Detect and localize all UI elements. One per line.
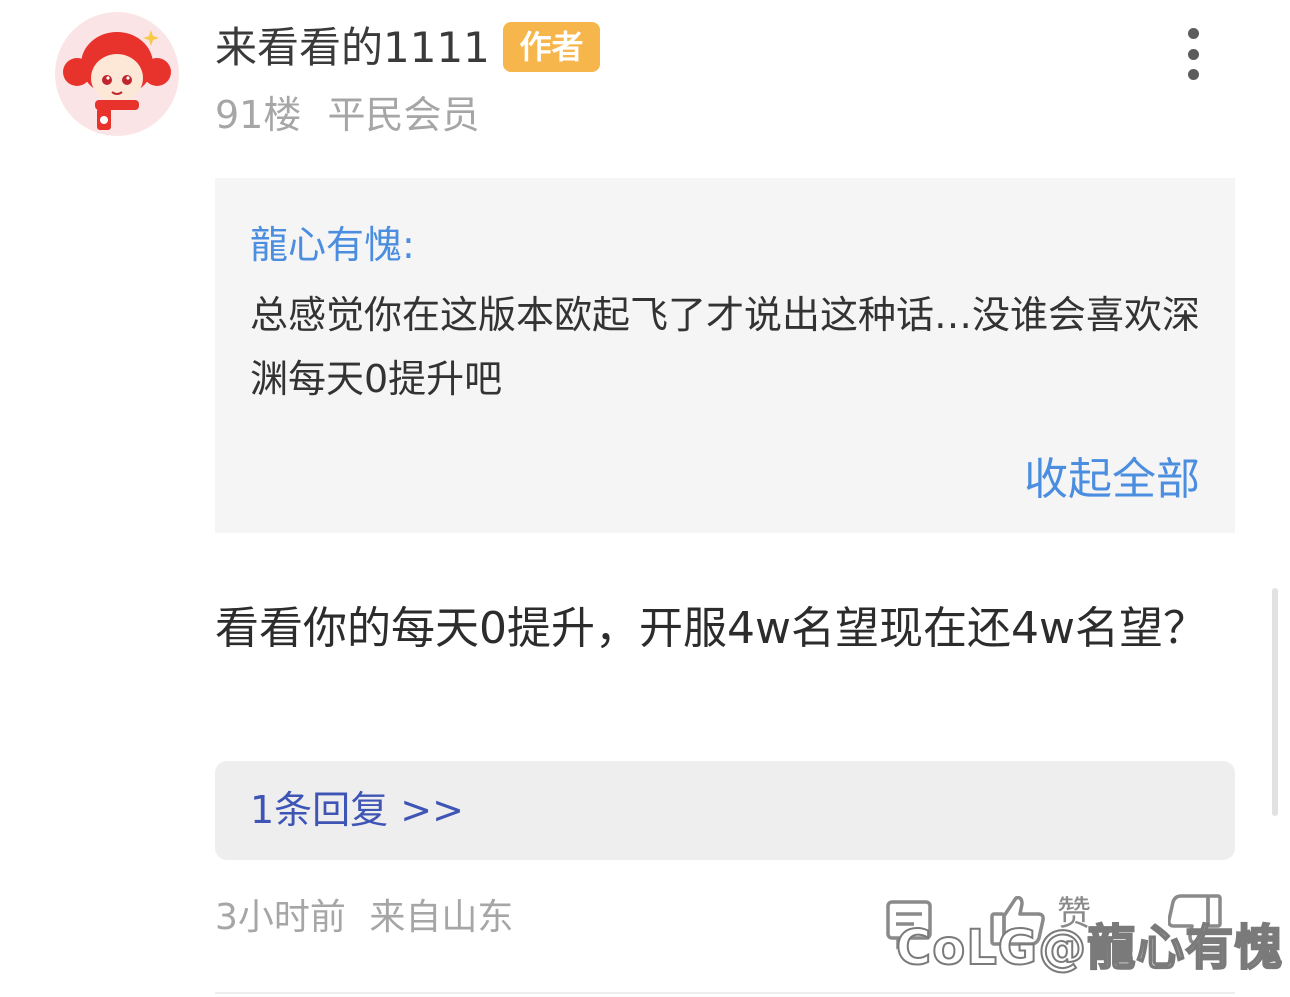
user-avatar[interactable] xyxy=(55,12,179,136)
collapse-all-button[interactable]: 收起全部 xyxy=(1024,450,1200,510)
quoted-comment: 龍心有愧: 总感觉你在这版本欧起飞了才说出这种话…没谁会喜欢深渊每天0提升吧 收… xyxy=(215,178,1235,533)
more-dot xyxy=(1187,48,1199,60)
quoted-text: 总感觉你在这版本欧起飞了才说出这种话…没谁会喜欢深渊每天0提升吧 xyxy=(250,293,1201,401)
post-location: 来自山东 xyxy=(369,897,514,938)
subreplies-box[interactable]: 1条回复 >> xyxy=(215,761,1235,860)
watermark: CoLG@龍心有愧 xyxy=(895,919,1284,977)
post-meta: 91楼 平民会员 xyxy=(215,90,479,140)
more-dot xyxy=(1187,28,1199,39)
scrollbar[interactable] xyxy=(1272,588,1278,816)
view-replies-link[interactable]: 1条回复 >> xyxy=(250,785,464,835)
post-time: 3小时前 xyxy=(215,897,346,938)
divider xyxy=(215,992,1235,994)
author-badge: 作者 xyxy=(503,22,600,72)
username[interactable]: 来看看的1111 xyxy=(215,20,490,76)
more-options-button[interactable] xyxy=(1168,22,1218,86)
girl-avatar-icon xyxy=(63,30,171,130)
quoted-username[interactable]: 龍心有愧: xyxy=(250,220,415,270)
floor-number: 91楼 xyxy=(215,93,302,137)
more-dot xyxy=(1187,69,1199,80)
reply-footer-meta: 3小时前 来自山东 xyxy=(215,893,513,943)
reply-content: 看看你的每天0提升，开服4w名望现在还4w名望？ xyxy=(215,603,1207,654)
member-rank: 平民会员 xyxy=(327,93,480,137)
